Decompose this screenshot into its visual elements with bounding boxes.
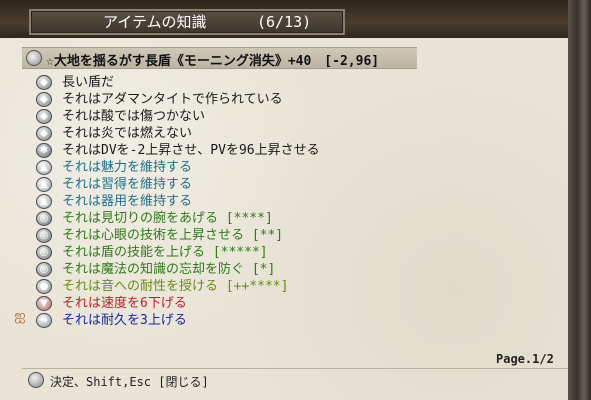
window-title: アイテムの知識 (103, 13, 207, 31)
property-text: それは炎では燃えない (62, 126, 193, 141)
page-indicator: Page.1/2 (496, 352, 554, 366)
item-info-icon (26, 50, 42, 66)
property-text: それは習得を維持する (62, 177, 193, 192)
property-text: それはアダマンタイトで作られている (62, 92, 283, 107)
property-text: 長い盾だ (62, 75, 115, 90)
diamond-icon: ◆ (36, 109, 52, 124)
diamond-icon: ◆ (36, 92, 52, 107)
gear-icon: ✱ (36, 143, 52, 158)
property-text: それはDVを-2上昇させ、PVを96上昇させる (62, 143, 320, 158)
spiral-icon: ◎ (36, 262, 52, 277)
diamond-icon: ◆ (36, 75, 52, 90)
property-text: それは見切りの腕をあげる [****] (62, 211, 273, 226)
footer-divider (22, 368, 568, 369)
arrow-icon: ➜ (36, 313, 52, 328)
spiral-icon: ◎ (36, 245, 52, 260)
property-text: それは盾の技能を上げる [*****] (62, 245, 268, 260)
property-text: それは魔法の知識の忘却を防ぐ [*] (62, 262, 276, 277)
property-text: それは魅力を維持する (62, 160, 193, 175)
game-window: アイテムの知識 (6/13) ☆大地を揺るがす長盾《モーニング消失》+40 [-… (0, 0, 591, 400)
item-name: ☆大地を揺るがす長盾《モーニング消失》+40 [-2,96] (46, 54, 380, 69)
orb-icon: ● (36, 279, 52, 294)
property-text: それは心眼の技術を上昇させる [**] (62, 228, 284, 243)
shirt-icon: ▲ (36, 177, 52, 192)
diamond-icon: ◆ (36, 126, 52, 141)
item-counter: (6/13) (257, 13, 312, 31)
moth-icon: ஐ (14, 308, 26, 324)
property-text: それは音への耐性を授ける [++****] (62, 279, 289, 294)
property-text: それは耐久を3上げる (62, 313, 187, 328)
spiral-icon: ◎ (36, 228, 52, 243)
shirt-icon: ▲ (36, 160, 52, 175)
key-hint: 決定、Shift,Esc [閉じる] (50, 375, 209, 389)
property-text: それは酸では傷つかない (62, 109, 206, 124)
shirt-icon: ▲ (36, 194, 52, 209)
hint-icon (28, 372, 44, 388)
window-frame-right (568, 0, 591, 400)
down-arrow-icon: ▼ (36, 296, 52, 311)
property-text: それは速度を6下げる (62, 296, 187, 311)
title-bar: アイテムの知識 (6/13) (29, 9, 345, 35)
property-text: それは器用を維持する (62, 194, 193, 209)
spiral-icon: ◎ (36, 211, 52, 226)
